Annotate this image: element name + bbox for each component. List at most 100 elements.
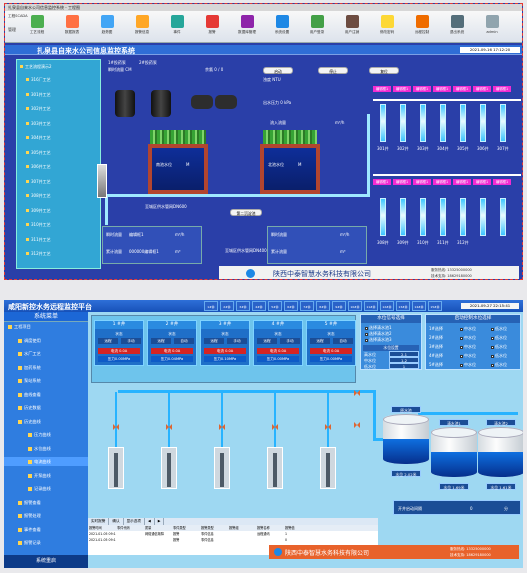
remote-button[interactable]: 远程 (257, 338, 277, 344)
start-button[interactable]: 启动 (263, 67, 293, 74)
menu-item-13[interactable]: 报警查看 (4, 498, 88, 507)
checkbox[interactable] (460, 354, 463, 358)
menu-item-8[interactable]: 压力曲线 (4, 430, 88, 439)
tree-item[interactable]: 301井工艺 (26, 91, 51, 98)
tree-root[interactable]: 工艺流程演示2 (20, 63, 52, 70)
checkbox[interactable] (460, 327, 463, 331)
tree-item[interactable]: 304井工艺 (26, 134, 51, 141)
nav-well-button[interactable]: 7#井 (300, 301, 314, 311)
nav-well-button[interactable]: 4#井 (252, 301, 266, 311)
remote-button[interactable]: 远程 (98, 338, 118, 344)
tree-item[interactable]: 305井工艺 (26, 149, 51, 156)
nav-well-button[interactable]: 2#井 (220, 301, 234, 311)
menu-item-4[interactable]: 泵站系统 (4, 376, 88, 385)
tree-item[interactable]: 308井工艺 (26, 192, 51, 199)
menu-item-10[interactable]: 电流曲线 (4, 457, 88, 466)
sedimentation-button[interactable]: 第二沉淀池 (230, 209, 262, 216)
auto-level-cell[interactable]: 中水位 (460, 344, 476, 350)
restart-button[interactable]: 系统重启 (4, 555, 88, 568)
nav-well-button[interactable]: 15#井 (428, 301, 442, 311)
nav-well-button[interactable]: 1#井 (204, 301, 218, 311)
tree-item[interactable]: 312井工艺 (26, 250, 51, 257)
tree-item[interactable]: 307井工艺 (26, 178, 51, 185)
remote-button[interactable]: 远程 (151, 338, 171, 344)
alarm-tab[interactable]: 显示选项 (124, 518, 145, 525)
nav-well-button[interactable]: 3#井 (236, 301, 250, 311)
menu-item-5[interactable]: 曲线查看 (4, 390, 88, 399)
auto-level-cell[interactable]: 中水位 (460, 326, 476, 332)
ribbon-button-avatar[interactable]: admin (480, 14, 504, 41)
menu-item-0[interactable]: 工程项目 (4, 322, 88, 331)
auto-level-cell[interactable]: 低水位 (491, 335, 507, 341)
checkbox[interactable] (365, 332, 368, 336)
auto-level-cell[interactable]: 低水位 (491, 362, 507, 368)
tree-item[interactable]: 306井工艺 (26, 163, 51, 170)
auto-level-cell[interactable]: 中水位 (460, 335, 476, 341)
checkbox[interactable] (491, 354, 494, 358)
auto-level-cell[interactable]: 低水位 (491, 326, 507, 332)
tree-item[interactable]: 302井工艺 (26, 105, 51, 112)
manual-button[interactable]: 手动 (280, 338, 300, 344)
menu-item-2[interactable]: 水厂工艺 (4, 349, 88, 358)
checkbox[interactable] (365, 326, 368, 330)
table-row[interactable]: 2021-01-05 09:11:04 报警 事件信息 0 (88, 537, 378, 543)
alarm-tab[interactable]: ▶ (155, 518, 165, 525)
checkbox[interactable] (491, 363, 494, 367)
checkbox[interactable] (365, 338, 368, 342)
ribbon-button-key[interactable]: 修改密码 (375, 14, 399, 41)
remote-button[interactable]: 远程 (204, 338, 224, 344)
tree-item[interactable]: 310井工艺 (26, 221, 51, 228)
ribbon-button-flow[interactable]: 工艺流程 (25, 14, 49, 41)
pump-interval-value[interactable]: 0 (470, 506, 473, 511)
ribbon-button-settings[interactable]: 系统设置 (270, 14, 294, 41)
remote-button[interactable]: 远程 (310, 338, 330, 344)
menu-item-14[interactable]: 报警处理 (4, 511, 88, 520)
ribbon-button-exit[interactable]: 退出系统 (445, 14, 469, 41)
nav-well-button[interactable]: 14#井 (412, 301, 426, 311)
checkbox[interactable] (460, 345, 463, 349)
manual-button[interactable]: 自动 (174, 338, 194, 344)
ribbon-button-remote[interactable]: 远程控制 (410, 14, 434, 41)
checkbox[interactable] (460, 363, 463, 367)
tree-item[interactable]: 303井工艺 (26, 120, 51, 127)
auto-level-cell[interactable]: 低水位 (491, 353, 507, 359)
nav-well-button[interactable]: 6#井 (284, 301, 298, 311)
menu-item-6[interactable]: 历史数据 (4, 403, 88, 412)
nav-well-button[interactable]: 9#井 (332, 301, 346, 311)
menu-item-1[interactable]: 调度使用 (4, 336, 88, 345)
nav-well-button[interactable]: 11#井 (364, 301, 378, 311)
ribbon-button-database[interactable]: 数据库管理 (235, 14, 259, 41)
menu-item-16[interactable]: 报警记录 (4, 538, 88, 547)
nav-well-button[interactable]: 10#井 (348, 301, 362, 311)
menu-item-9[interactable]: 水位曲线 (4, 444, 88, 453)
tree-item[interactable]: 311井工艺 (26, 236, 51, 243)
checkbox[interactable] (460, 336, 463, 340)
menu-item-7[interactable]: 历史曲线 (4, 417, 88, 426)
alarm-tab[interactable]: 实时报警 (88, 518, 110, 525)
alarm-tab[interactable]: ◀ (145, 518, 155, 525)
stop-button[interactable]: 停止 (318, 67, 348, 74)
manual-button[interactable]: 手动 (121, 338, 141, 344)
nav-well-button[interactable]: 5#井 (268, 301, 282, 311)
reset-button[interactable]: 复位 (369, 67, 399, 74)
ribbon-button-alarm[interactable]: 报警 (200, 14, 224, 41)
ribbon-button-bar-chart[interactable]: 报警信息 (130, 14, 154, 41)
level-option[interactable]: 选择清水池3 (365, 337, 392, 343)
alarm-tab[interactable]: 确认 (109, 518, 124, 525)
auto-level-cell[interactable]: 中水位 (460, 353, 476, 359)
nav-well-button[interactable]: 12#井 (380, 301, 394, 311)
ribbon-button-report[interactable]: 数据报表 (60, 14, 84, 41)
valve-icon[interactable] (354, 422, 360, 428)
checkbox[interactable] (491, 336, 494, 340)
tree-item[interactable]: 309井工艺 (26, 207, 51, 214)
ribbon-button-event[interactable]: 事件 (165, 14, 189, 41)
nav-well-button[interactable]: 13#井 (396, 301, 410, 311)
nav-well-button[interactable]: 8#井 (316, 301, 330, 311)
ribbon-button-trend[interactable]: 趋势图 (95, 14, 119, 41)
tree-item[interactable]: 316厂工艺 (26, 76, 51, 83)
auto-level-cell[interactable]: 低水位 (491, 344, 507, 350)
menu-item-11[interactable]: 开泵曲线 (4, 471, 88, 480)
checkbox[interactable] (491, 345, 494, 349)
menu-item-12[interactable]: 记录曲线 (4, 484, 88, 493)
ribbon-button-logout[interactable]: 用户注销 (340, 14, 364, 41)
